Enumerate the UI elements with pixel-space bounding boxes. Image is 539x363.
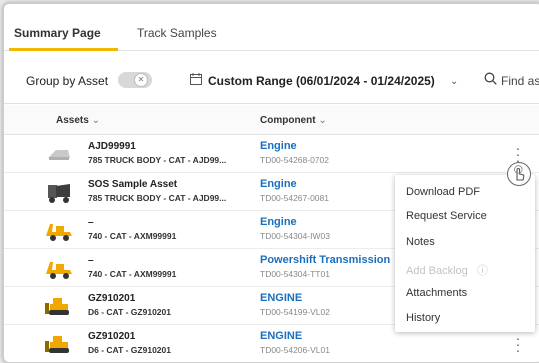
row-actions-menu: Download PDF Request Service Notes Add B…	[395, 175, 535, 332]
dozer-icon	[45, 336, 69, 353]
tap-gesture-icon	[507, 162, 531, 186]
app-window: Summary Page Track Samples Group by Asse…	[3, 3, 539, 363]
asset-id[interactable]: AJD99991	[88, 141, 136, 152]
row-more-icon[interactable]: · · ·	[514, 331, 522, 357]
search-input[interactable]: Find asse	[501, 74, 539, 88]
component-code: TD00-54267-0081	[260, 193, 329, 203]
dozer-icon	[45, 298, 69, 315]
asset-description: 785 TRUCK BODY - CAT - AJD99...	[88, 193, 227, 203]
info-icon: ⓘ	[476, 265, 488, 277]
calendar-icon	[190, 73, 202, 85]
articulated-truck-icon	[46, 224, 72, 241]
asset-id[interactable]: SOS Sample Asset	[88, 179, 177, 190]
menu-item-add-backlog-label: Add Backlog	[406, 265, 468, 277]
table-header: Assets ⌄ Component ⌄	[4, 105, 539, 135]
column-header-assets[interactable]: Assets ⌄	[56, 115, 100, 126]
component-link[interactable]: Engine	[260, 140, 297, 152]
active-tab-indicator	[9, 48, 118, 51]
articulated-truck-icon	[46, 262, 72, 279]
filter-toolbar: Group by Asset ✕ Custom Range (06/01/202…	[4, 52, 539, 104]
component-code: TD00-54206-VL01	[260, 345, 330, 355]
asset-description: 785 TRUCK BODY - CAT - AJD99...	[88, 155, 227, 165]
menu-item-request-service[interactable]: Request Service	[406, 210, 487, 222]
asset-id[interactable]: –	[88, 255, 94, 266]
toggle-off-icon: ✕	[134, 73, 148, 87]
component-code: TD00-54304-IW03	[260, 231, 330, 241]
column-header-assets-label: Assets	[56, 115, 89, 126]
tab-bar: Summary Page Track Samples	[4, 4, 539, 51]
column-header-component-label: Component	[260, 115, 316, 126]
menu-item-history[interactable]: History	[406, 312, 440, 324]
column-header-component[interactable]: Component ⌄	[260, 115, 327, 126]
menu-item-add-backlog: Add Backlog ⓘ	[406, 262, 488, 278]
component-code: TD00-54199-VL02	[260, 307, 330, 317]
row-more-icon[interactable]: · · ·	[514, 141, 522, 167]
asset-description: D6 - CAT - GZ910201	[88, 307, 171, 317]
tab-track-samples[interactable]: Track Samples	[137, 26, 217, 40]
component-link[interactable]: Powershift Transmission	[260, 254, 390, 266]
component-link[interactable]: ENGINE	[260, 292, 302, 304]
component-link[interactable]: Engine	[260, 178, 297, 190]
component-link[interactable]: ENGINE	[260, 330, 302, 342]
asset-id[interactable]: GZ910201	[88, 331, 135, 342]
asset-id[interactable]: –	[88, 217, 94, 228]
chevron-down-icon[interactable]: ⌄	[450, 76, 458, 87]
asset-id[interactable]: GZ910201	[88, 293, 135, 304]
truck-body-icon	[48, 150, 70, 160]
menu-item-attachments[interactable]: Attachments	[406, 287, 467, 299]
tab-summary-page[interactable]: Summary Page	[14, 26, 101, 40]
menu-item-download-pdf[interactable]: Download PDF	[406, 186, 480, 198]
asset-description: 740 - CAT - AXM99991	[88, 269, 177, 279]
menu-item-notes[interactable]: Notes	[406, 236, 435, 248]
search-icon	[484, 72, 497, 85]
table-row[interactable]: AJD99991 785 TRUCK BODY - CAT - AJD99...…	[4, 135, 539, 173]
asset-description: 740 - CAT - AXM99991	[88, 231, 177, 241]
component-link[interactable]: Engine	[260, 216, 297, 228]
date-range-select[interactable]: Custom Range (06/01/2024 - 01/24/2025)	[208, 74, 435, 88]
component-code: TD00-54304-TT01	[260, 269, 330, 279]
truck-body-icon	[48, 184, 70, 203]
component-code: TD00-54268-0702	[260, 155, 329, 165]
sort-chevron-icon: ⌄	[318, 115, 327, 126]
sort-chevron-icon: ⌄	[91, 115, 100, 126]
asset-description: D6 - CAT - GZ910201	[88, 345, 171, 355]
group-by-asset-toggle[interactable]: ✕	[118, 72, 152, 88]
group-by-asset-label: Group by Asset	[26, 74, 109, 88]
